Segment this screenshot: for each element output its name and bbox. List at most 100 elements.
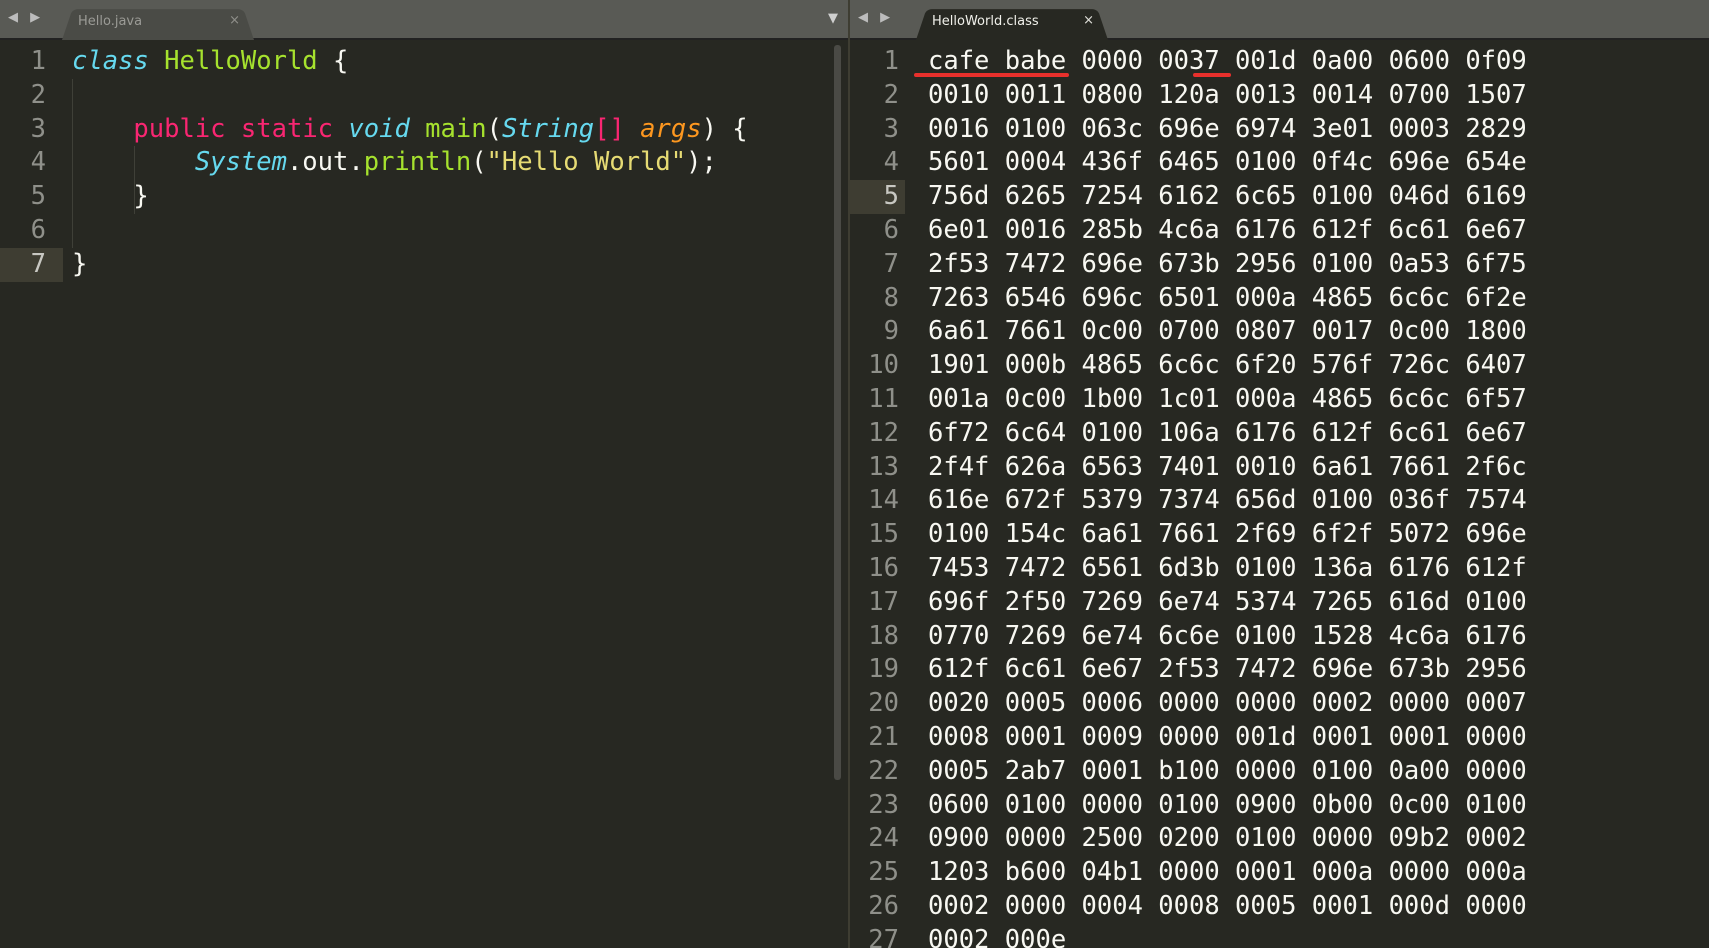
line-number: 27 [868, 924, 899, 948]
code-token: [] [594, 113, 625, 144]
scrollbar[interactable] [834, 45, 841, 780]
code-text: } [72, 180, 149, 214]
java-code-editor[interactable]: 1 class HelloWorld { 2 3 public static void… [0, 42, 848, 948]
hex-bytes: 1901 000b 4865 6c6c 6f20 576f 726c 6407 [928, 350, 1527, 381]
line-number: 1 [30, 46, 46, 76]
line-number: 3 [30, 113, 46, 144]
tab-label: Hello.java [78, 14, 143, 29]
line-number: 2 [883, 79, 899, 110]
code-token: ) { [701, 113, 748, 144]
hex-line: 12 6f72 6c64 0100 106a 6176 612f 6c61 6e6… [850, 417, 1709, 451]
close-icon[interactable]: × [229, 13, 240, 28]
hex-line: 26 0002 0000 0004 0008 0005 0001 000d 000… [850, 890, 1709, 924]
hex-bytes: 0100 154c 6a61 7661 2f69 6f2f 5072 696e [928, 519, 1527, 550]
hex-bytes: 756d 6265 7254 6162 6c65 0100 046d 6169 [928, 181, 1527, 212]
hex-line: 4 5601 0004 436f 6465 0100 0f4c 696e 654e [850, 146, 1709, 180]
line-number: 5 [850, 180, 905, 214]
hex-line: 11 001a 0c00 1b00 1c01 000a 4865 6c6c 6f5… [850, 383, 1709, 417]
line-number: 12 [868, 417, 899, 448]
tab-nav-arrows[interactable]: ◀ ▶ [8, 10, 44, 25]
hex-bytes: 5601 0004 436f 6465 0100 0f4c 696e 654e [928, 147, 1527, 178]
code-token: } [72, 248, 88, 279]
code-line: 7} [0, 247, 848, 282]
code-token: ( [471, 147, 487, 178]
hex-line: 24 0900 0000 2500 0200 0100 0000 09b2 000… [850, 822, 1709, 856]
hex-line: 16 7453 7472 6561 6d3b 0100 136a 6176 612… [850, 552, 1709, 586]
hex-line: 5 756d 6265 7254 6162 6c65 0100 046d 6169 [850, 180, 1709, 214]
line-number: 1 [883, 46, 899, 76]
tab-nav-arrows[interactable]: ◀ ▶ [858, 10, 894, 25]
hex-bytes: 0002 000e [928, 924, 1067, 948]
code-text: class HelloWorld { [72, 45, 348, 79]
hex-line: 10 1901 000b 4865 6c6c 6f20 576f 726c 640… [850, 349, 1709, 383]
hex-line: 2 0010 0011 0800 120a 0013 0014 0700 1507 [850, 79, 1709, 113]
hex-line: 8 7263 6546 696c 6501 000a 4865 6c6c 6f2e [850, 282, 1709, 316]
hex-bytes: 0016 0100 063c 696e 6974 3e01 0003 2829 [928, 113, 1527, 144]
line-number: 8 [883, 282, 899, 313]
hex-line: 27 0002 000e [850, 924, 1709, 948]
line-number: 24 [868, 823, 899, 854]
line-number: 20 [868, 688, 899, 719]
hex-bytes: 0770 7269 6e74 6c6e 0100 1528 4c6a 6176 [928, 620, 1527, 651]
left-tab-bar: ◀ ▶ Hello.java × ▼ [0, 0, 848, 40]
magic-number-underline [914, 73, 1069, 77]
line-number: 25 [868, 857, 899, 888]
hex-viewer[interactable]: 1 cafe babe 0000 0037 001d 0a00 0600 0f09… [850, 42, 1709, 948]
chevron-down-icon[interactable]: ▼ [828, 11, 838, 26]
line-number: 2 [30, 79, 46, 110]
line-number: 23 [868, 789, 899, 820]
hex-line: 21 0008 0001 0009 0000 001d 0001 0001 000… [850, 721, 1709, 755]
hex-bytes: 1203 b600 04b1 0000 0001 000a 0000 000a [928, 857, 1527, 888]
code-token: main [425, 113, 487, 144]
line-number: 17 [868, 586, 899, 617]
line-number: 21 [868, 722, 899, 752]
hex-bytes: 2f53 7472 696e 673b 2956 0100 0a53 6f75 [928, 248, 1527, 279]
hex-line: 20 0020 0005 0006 0000 0000 0002 0000 000… [850, 687, 1709, 721]
code-line: 1 class HelloWorld { [0, 45, 848, 79]
hex-line: 13 2f4f 626a 6563 7401 0010 6a61 7661 2f6… [850, 451, 1709, 485]
code-line: 2 [0, 79, 848, 113]
hex-bytes: 0600 0100 0000 0100 0900 0b00 0c00 0100 [928, 789, 1527, 820]
code-token: .out. [286, 147, 364, 178]
line-number: 7 [883, 248, 899, 279]
code-token: public [133, 113, 226, 144]
code-text: System.out.println("Hello World"); [72, 146, 717, 180]
code-token: } [72, 181, 149, 212]
line-number: 4 [30, 147, 46, 178]
hex-bytes: 696f 2f50 7269 6e74 5374 7265 616d 0100 [928, 586, 1527, 617]
line-number: 26 [868, 891, 899, 921]
hex-bytes: 612f 6c61 6e67 2f53 7472 696e 673b 2956 [928, 654, 1527, 685]
hex-bytes: 6a61 7661 0c00 0700 0807 0017 0c00 1800 [928, 316, 1527, 347]
line-number: 18 [868, 620, 899, 651]
code-token: class [72, 46, 149, 76]
tab-hello-java[interactable]: Hello.java × [62, 5, 254, 40]
hex-line: 22 0005 2ab7 0001 b100 0000 0100 0a00 000… [850, 755, 1709, 789]
line-number: 10 [868, 350, 899, 381]
tab-label: HelloWorld.class [932, 14, 1039, 29]
code-token: System [194, 147, 287, 178]
tab-helloworld-class[interactable]: HelloWorld.class × [916, 5, 1108, 40]
line-number: 5 [30, 181, 46, 212]
line-number: 15 [868, 519, 899, 550]
code-token: void [348, 113, 410, 144]
hex-line: 18 0770 7269 6e74 6c6e 0100 1528 4c6a 617… [850, 620, 1709, 654]
hex-bytes: 6e01 0016 285b 4c6a 6176 612f 6c61 6e67 [928, 215, 1527, 245]
left-editor-pane: ◀ ▶ Hello.java × ▼ 1 class HelloWorld { 2 3… [0, 0, 848, 948]
hex-bytes: 0010 0011 0800 120a 0013 0014 0700 1507 [928, 79, 1527, 110]
code-text: public static void main(String[] args) { [72, 113, 748, 147]
hex-bytes: 6f72 6c64 0100 106a 6176 612f 6c61 6e67 [928, 417, 1527, 448]
code-line: 6 [0, 214, 848, 248]
line-number: 7 [0, 247, 63, 282]
code-token: ( [486, 113, 502, 144]
code-token: HelloWorld [164, 46, 318, 76]
close-icon[interactable]: × [1083, 13, 1094, 28]
code-token: static [240, 113, 334, 144]
hex-bytes: 7263 6546 696c 6501 000a 4865 6c6c 6f2e [928, 282, 1527, 313]
hex-line: 7 2f53 7472 696e 673b 2956 0100 0a53 6f75 [850, 248, 1709, 282]
hex-line: 15 0100 154c 6a61 7661 2f69 6f2f 5072 696… [850, 518, 1709, 552]
